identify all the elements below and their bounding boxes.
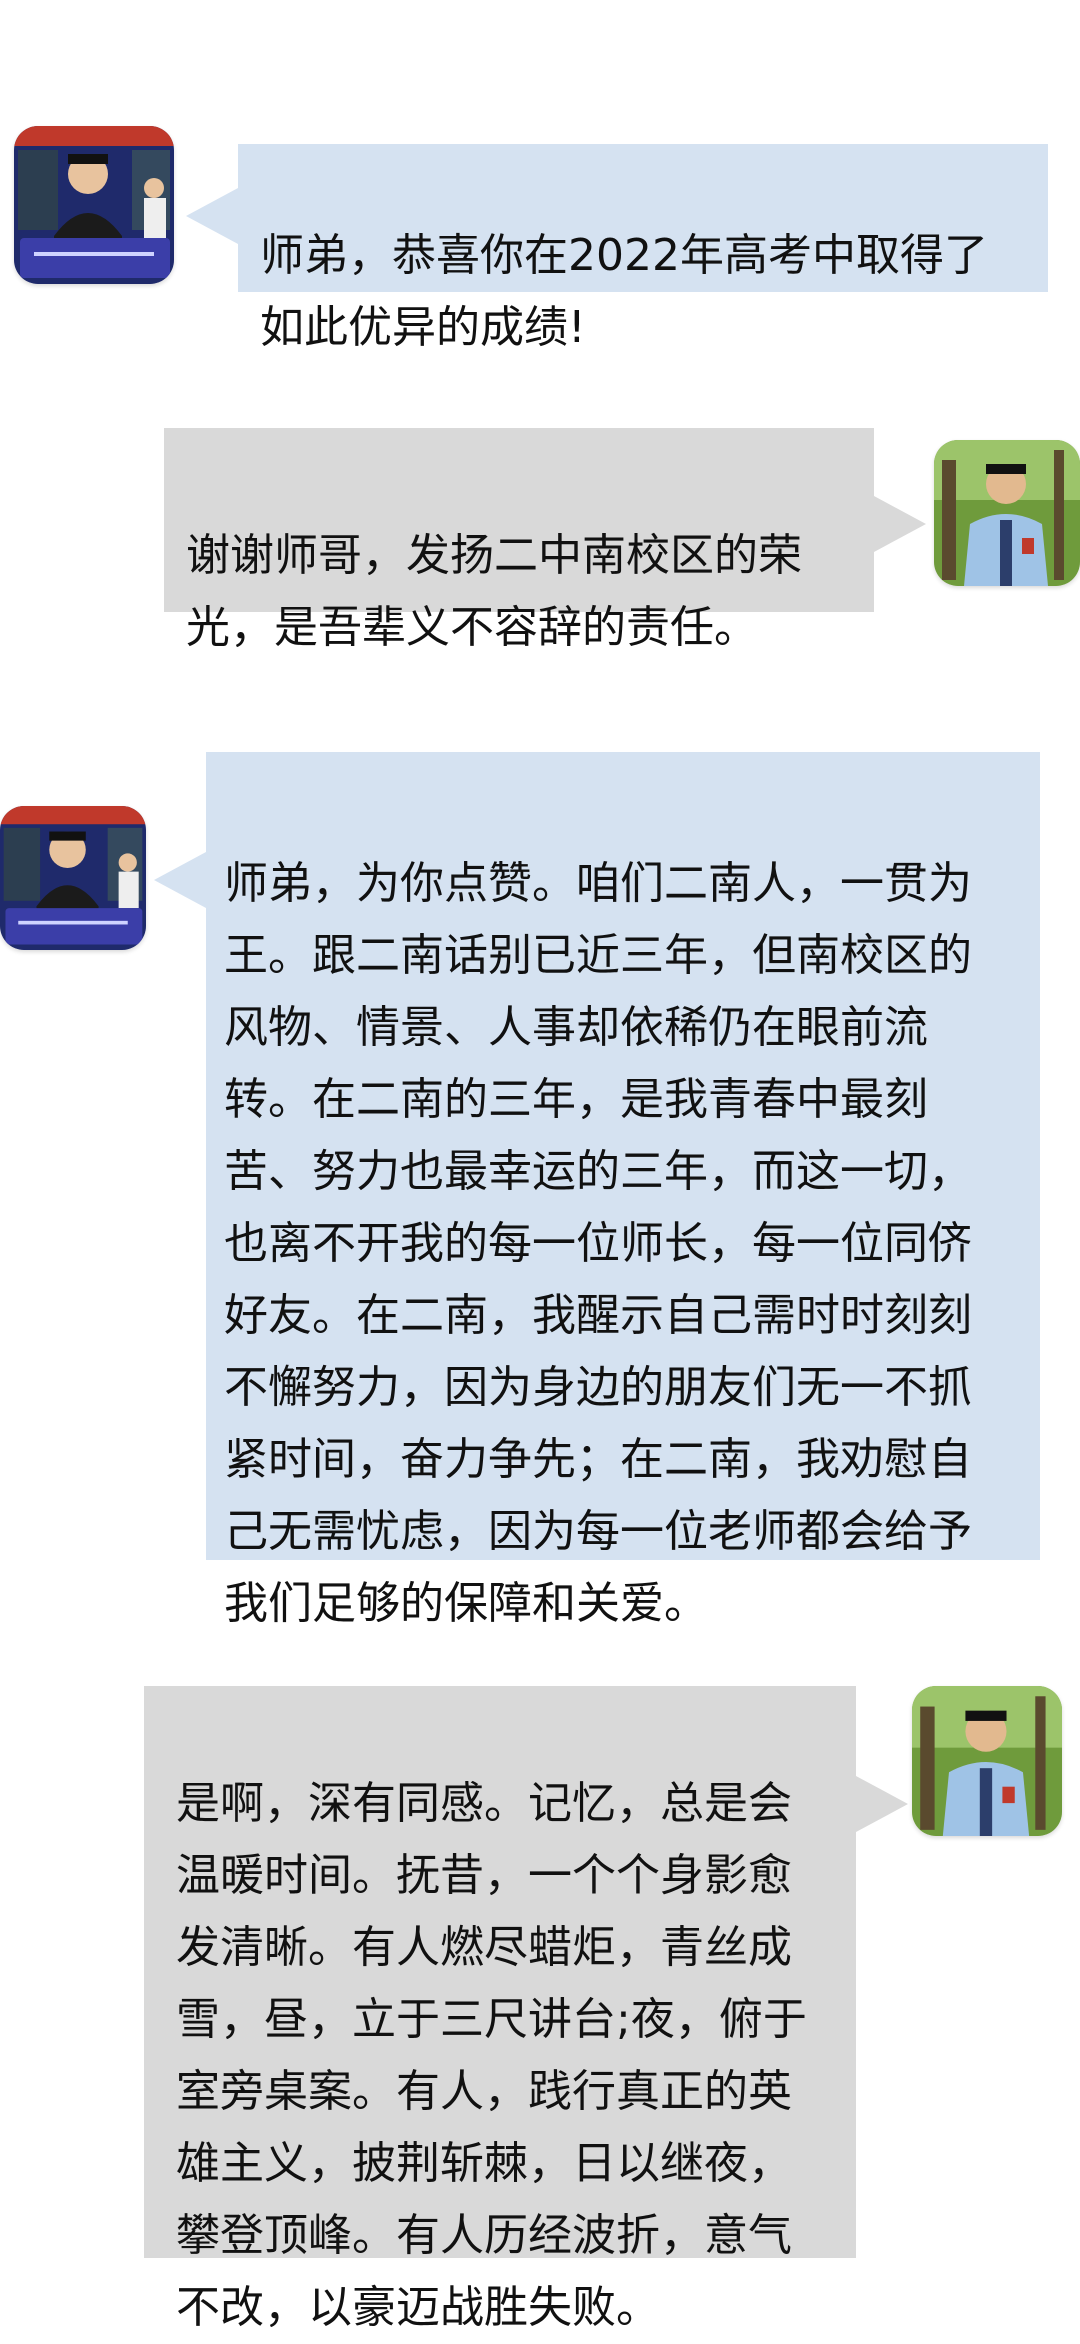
- message-1-text: 师弟，恭喜你在2022年高考中取得了 如此优异的成绩!: [260, 230, 988, 353]
- message-1-bubble[interactable]: 师弟，恭喜你在2022年高考中取得了 如此优异的成绩!: [238, 144, 1048, 353]
- message-2-tail: [874, 496, 926, 552]
- message-2-bubble[interactable]: 谢谢师哥，发扬二中南校区的荣 光，是吾辈义不容辞的责任。: [164, 428, 874, 653]
- message-4-tail: [856, 1776, 908, 1832]
- message-2-text: 谢谢师哥，发扬二中南校区的荣 光，是吾辈义不容辞的责任。: [186, 530, 802, 653]
- junior-avatar-image-2: [912, 1686, 1062, 1836]
- message-4-bubble[interactable]: 是啊，深有同感。记忆，总是会 温暖时间。抚昔，一个个身影愈 发清晰。有人燃尽蜡炬…: [144, 1686, 856, 2333]
- message-3-text: 师弟，为你点赞。咱们二南人，一贯为 王。跟二南话别已近三年，但南校区的 风物、情…: [224, 858, 972, 1629]
- message-3-bubble[interactable]: 师弟，为你点赞。咱们二南人，一贯为 王。跟二南话别已近三年，但南校区的 风物、情…: [206, 752, 1040, 1629]
- senior-avatar-image: [14, 126, 174, 284]
- senior-avatar-2[interactable]: [0, 806, 146, 950]
- junior-avatar[interactable]: [934, 440, 1080, 586]
- senior-avatar[interactable]: [14, 126, 174, 284]
- message-3-tail: [154, 852, 206, 908]
- junior-avatar-2[interactable]: [912, 1686, 1062, 1836]
- message-1-tail: [186, 188, 238, 244]
- junior-avatar-image: [934, 440, 1080, 586]
- message-4-text: 是啊，深有同感。记忆，总是会 温暖时间。抚昔，一个个身影愈 发清晰。有人燃尽蜡炬…: [176, 1778, 807, 2333]
- senior-avatar-image-2: [0, 806, 146, 950]
